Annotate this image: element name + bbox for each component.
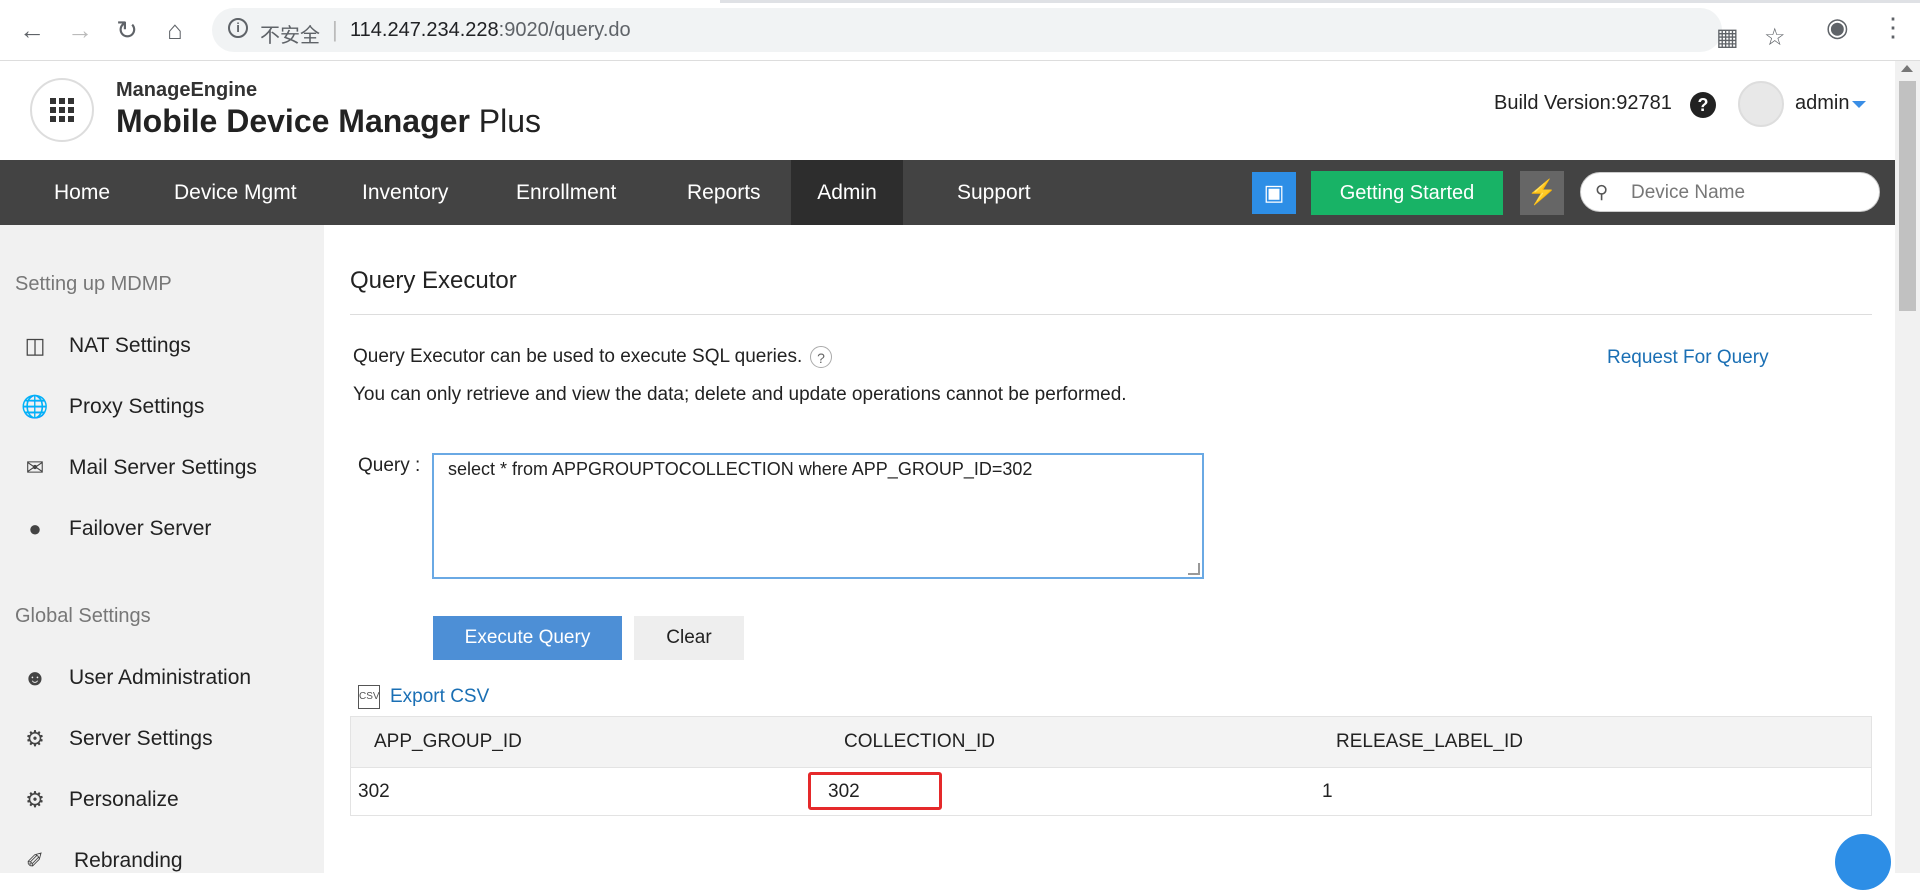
request-for-query-link[interactable]: Request For Query <box>1607 347 1769 369</box>
sidebar-section-setup: Setting up MDMP <box>15 273 172 295</box>
query-text: select * from APPGROUPTOCOLLECTION where… <box>448 459 1033 479</box>
sidebar-item-personalize[interactable]: ⚙ Personalize <box>20 780 310 820</box>
sidebar-item-user-administration[interactable]: ☻ User Administration <box>20 658 310 698</box>
account-icon[interactable]: ◉ <box>1826 12 1849 43</box>
sidebar-item-rebranding[interactable]: ✐ Rebranding <box>20 841 310 881</box>
table-cell: 302 <box>828 780 860 802</box>
url-text[interactable]: 114.247.234.228:9020/query.do <box>350 19 631 42</box>
product-name-main: Mobile Device Manager <box>116 103 470 139</box>
sidebar-item-label: Server Settings <box>69 727 213 750</box>
sidebar-item-label: Personalize <box>69 788 179 811</box>
execute-query-button[interactable]: Execute Query <box>433 616 622 660</box>
resize-handle[interactable] <box>1188 563 1200 575</box>
result-table: APP_GROUP_ID COLLECTION_ID RELEASE_LABEL… <box>350 716 1872 816</box>
device-search-input[interactable] <box>1629 180 1868 206</box>
product-name: Mobile Device Manager Plus <box>116 103 541 140</box>
table-row: 302 302 1 <box>350 768 1872 816</box>
info-icon[interactable]: i <box>228 18 248 38</box>
url-path: :9020/query.do <box>498 19 631 41</box>
nav-device-mgmt[interactable]: Device Mgmt <box>148 160 323 225</box>
url-host: 114.247.234.228 <box>350 19 499 41</box>
url-separator: | <box>332 17 338 42</box>
nav-reports[interactable]: Reports <box>661 160 787 225</box>
gears-icon: ⚙ <box>25 787 45 812</box>
home-icon[interactable]: ⌂ <box>158 13 192 47</box>
page-scrollbar[interactable] <box>1895 61 1920 873</box>
sidebar-item-nat-settings[interactable]: ◫ NAT Settings <box>20 326 310 366</box>
server-settings-icon: ⚙ <box>25 726 45 751</box>
search-icon[interactable]: ⚲ <box>1595 182 1608 203</box>
csv-icon: CSV <box>358 685 380 709</box>
sidebar-item-label: NAT Settings <box>69 334 191 357</box>
query-label: Query : <box>358 455 421 476</box>
translate-icon[interactable]: ▦ <box>1716 23 1739 52</box>
nat-icon: ◫ <box>24 333 46 358</box>
main-nav: Home Device Mgmt Inventory Enrollment Re… <box>0 160 1895 225</box>
nav-home[interactable]: Home <box>28 160 136 225</box>
star-icon[interactable]: ☆ <box>1764 23 1786 52</box>
build-version: Build Version:92781 <box>1494 92 1672 114</box>
app-grid-icon[interactable] <box>30 78 94 142</box>
sidebar-item-label: Failover Server <box>69 517 212 540</box>
main-content: Query Executor Query Executor can be use… <box>350 225 1875 873</box>
back-icon[interactable]: ← <box>15 13 49 47</box>
product-name-plus: Plus <box>478 103 542 139</box>
globe-icon: 🌐 <box>21 394 49 419</box>
tabstrip-edge <box>720 0 1920 3</box>
presentation-icon[interactable]: ▣ <box>1252 172 1296 214</box>
column-header: RELEASE_LABEL_ID <box>1336 731 1523 752</box>
sidebar-item-label: Mail Server Settings <box>69 456 257 479</box>
more-icon[interactable]: ⋮ <box>1880 12 1906 43</box>
sidebar-item-label: Proxy Settings <box>69 395 205 418</box>
address-bar[interactable]: i 不安全 | 114.247.234.228:9020/query.do ▦ … <box>212 8 1786 52</box>
table-header: APP_GROUP_ID COLLECTION_ID RELEASE_LABEL… <box>350 716 1872 768</box>
scroll-up-icon[interactable] <box>1901 65 1913 72</box>
palette-icon: ✐ <box>25 848 45 873</box>
nav-admin[interactable]: Admin <box>791 160 903 225</box>
title-divider <box>350 314 1872 315</box>
sidebar-item-mail-server-settings[interactable]: ✉ Mail Server Settings <box>20 448 310 488</box>
export-csv-label: Export CSV <box>390 686 490 707</box>
nav-support[interactable]: Support <box>931 160 1057 225</box>
scrollbar-thumb[interactable] <box>1899 81 1916 311</box>
chevron-down-icon[interactable] <box>1852 101 1866 108</box>
sidebar: Setting up MDMP ◫ NAT Settings 🌐 Proxy S… <box>0 225 324 873</box>
app-header: ManageEngine Mobile Device Manager Plus … <box>0 61 1895 160</box>
reload-icon[interactable]: ↻ <box>110 13 144 47</box>
browser-chrome: ← → ↻ ⌂ i 不安全 | 114.247.234.228:9020/que… <box>0 0 1920 61</box>
brand-vendor: ManageEngine <box>116 79 258 101</box>
sidebar-item-label: User Administration <box>69 666 252 689</box>
help-icon[interactable]: ? <box>1690 92 1716 118</box>
sidebar-item-failover-server[interactable]: ● Failover Server <box>20 509 310 549</box>
sidebar-section-global: Global Settings <box>15 605 151 627</box>
security-label: 不安全 <box>260 25 320 47</box>
page-title: Query Executor <box>350 267 517 294</box>
column-header: APP_GROUP_ID <box>374 731 522 752</box>
failover-icon: ● <box>28 516 42 541</box>
column-header: COLLECTION_ID <box>844 731 995 752</box>
sidebar-item-proxy-settings[interactable]: 🌐 Proxy Settings <box>20 387 310 427</box>
sidebar-item-server-settings[interactable]: ⚙ Server Settings <box>20 719 310 759</box>
mail-server-icon: ✉ <box>25 455 45 480</box>
export-csv-link[interactable]: CSV Export CSV <box>358 685 489 709</box>
avatar[interactable] <box>1738 81 1784 127</box>
table-cell: 302 <box>358 780 390 802</box>
sidebar-item-label: Rebranding <box>74 849 183 872</box>
bolt-icon[interactable]: ⚡ <box>1520 171 1564 215</box>
forward-icon[interactable]: → <box>63 13 97 47</box>
query-textarea[interactable]: select * from APPGROUPTOCOLLECTION where… <box>432 453 1204 579</box>
clear-button[interactable]: Clear <box>634 616 744 660</box>
help-icon[interactable]: ? <box>810 346 832 368</box>
description-line-1: Query Executor can be used to execute SQ… <box>353 346 803 367</box>
description-line-2: You can only retrieve and view the data;… <box>353 384 1127 405</box>
getting-started-button[interactable]: Getting Started <box>1311 171 1503 215</box>
device-search: ⚲ <box>1580 172 1880 212</box>
user-icon: ☻ <box>23 665 47 690</box>
table-cell: 1 <box>1322 780 1333 802</box>
chat-icon[interactable] <box>1835 834 1891 890</box>
user-name[interactable]: admin <box>1795 92 1849 115</box>
nav-enrollment[interactable]: Enrollment <box>490 160 642 225</box>
nav-inventory[interactable]: Inventory <box>336 160 474 225</box>
